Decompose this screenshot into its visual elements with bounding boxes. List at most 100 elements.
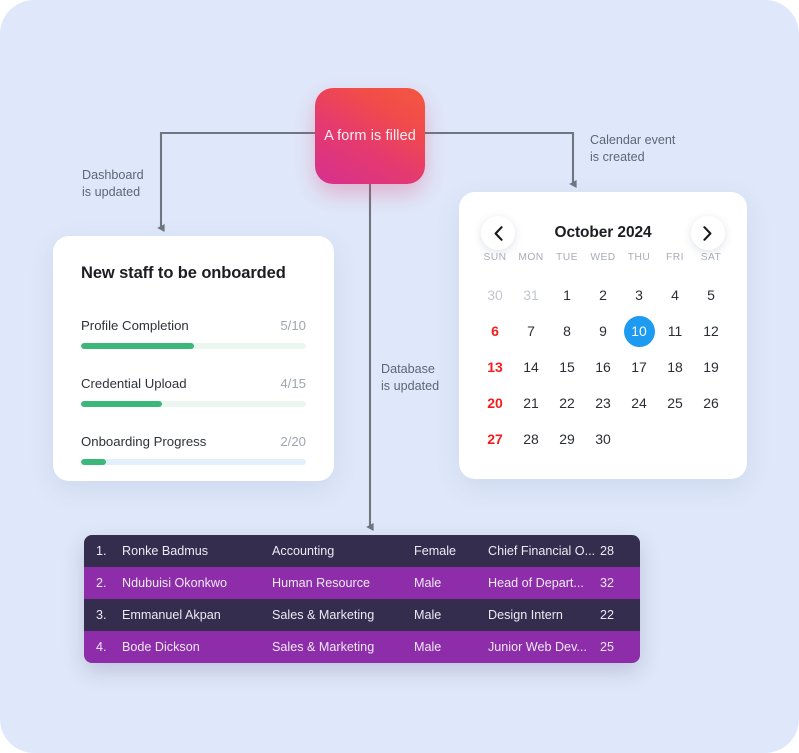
- metric-value: 2/20: [280, 434, 306, 449]
- calendar-day-label: 12: [703, 323, 719, 339]
- calendar-day-28[interactable]: 28: [513, 421, 549, 457]
- table-cell-age: 22: [600, 608, 615, 622]
- calendar-day-4[interactable]: 4: [657, 277, 693, 313]
- metric-progress-fill: [81, 459, 106, 465]
- metric-head: Credential Upload 4/15: [81, 376, 306, 391]
- metric-head: Profile Completion 5/10: [81, 318, 306, 333]
- calendar-day-19[interactable]: 19: [693, 349, 729, 385]
- edge-form-to-calendar: [425, 131, 577, 189]
- table-cell-name: Bode Dickson: [122, 640, 200, 654]
- calendar-day-label: 18: [667, 359, 683, 375]
- calendar-day-label: 28: [523, 431, 539, 447]
- table-cell-department: Sales & Marketing: [272, 640, 375, 654]
- calendar-day-label: 7: [527, 323, 535, 339]
- calendar-day-label: 11: [667, 323, 683, 339]
- calendar-month-label: October 2024: [554, 224, 652, 241]
- calendar-day-15[interactable]: 15: [549, 349, 585, 385]
- table-cell-age: 28: [600, 544, 615, 558]
- calendar-day-3[interactable]: 3: [621, 277, 657, 313]
- calendar-day-17[interactable]: 17: [621, 349, 657, 385]
- calendar-prev-month-button[interactable]: [481, 216, 515, 250]
- calendar-day-22[interactable]: 22: [549, 385, 585, 421]
- calendar-day-14[interactable]: 14: [513, 349, 549, 385]
- calendar-day-5[interactable]: 5: [693, 277, 729, 313]
- table-cell-department: Sales & Marketing: [272, 608, 375, 622]
- table-cell-gender: Female: [414, 544, 456, 558]
- table-row[interactable]: 1. Ronke Badmus Accounting Female Chief Fina…: [84, 535, 640, 567]
- calendar-day-label: 20: [487, 395, 503, 411]
- edge-label-calendar: Calendar event is created: [590, 133, 676, 164]
- table-cell-role: Design Intern: [488, 608, 563, 622]
- metric-progress-fill: [81, 401, 162, 407]
- metric-value: 4/15: [280, 376, 306, 391]
- calendar-day-13[interactable]: 13: [477, 349, 513, 385]
- calendar-day-10[interactable]: 10: [621, 313, 657, 349]
- calendar-day-label: 26: [703, 395, 719, 411]
- trigger-node-form-filled[interactable]: A form is filled: [315, 88, 425, 184]
- calendar-weekday-mon: MON: [518, 252, 544, 263]
- calendar-day-25[interactable]: 25: [657, 385, 693, 421]
- calendar-day-30[interactable]: 30: [477, 277, 513, 313]
- calendar-next-month-button[interactable]: [690, 216, 725, 250]
- calendar-day-23[interactable]: 23: [585, 385, 621, 421]
- metric-credential-upload: Credential Upload 4/15: [81, 376, 306, 407]
- calendar-day-label: 25: [667, 395, 683, 411]
- calendar-day-label: 29: [559, 431, 575, 447]
- table-cell-index: 2.: [96, 576, 107, 590]
- calendar-day-label: 24: [631, 395, 647, 411]
- metric-label: Credential Upload: [81, 376, 187, 391]
- edge-form-to-dashboard: [157, 131, 315, 233]
- calendar-weekday-tue: TUE: [556, 252, 578, 263]
- calendar-day-12[interactable]: 12: [693, 313, 729, 349]
- table-cell-index: 3.: [96, 608, 107, 622]
- calendar-weekday-sun: SUN: [483, 252, 507, 263]
- calendar-day-label: 8: [563, 323, 571, 339]
- calendar-day-label: 23: [595, 395, 611, 411]
- calendar-day-label: 13: [487, 359, 503, 375]
- table-cell-age: 25: [600, 640, 615, 654]
- calendar-day-2[interactable]: 2: [585, 277, 621, 313]
- calendar-day-11[interactable]: 11: [657, 313, 693, 349]
- calendar-day-27[interactable]: 27: [477, 421, 513, 457]
- calendar-day-1[interactable]: 1: [549, 277, 585, 313]
- edge-label-database: Database is updated: [381, 362, 440, 393]
- calendar-day-29[interactable]: 29: [549, 421, 585, 457]
- calendar-day-label: 9: [599, 323, 607, 339]
- table-row[interactable]: 2. Ndubuisi Okonkwo Human Resource Male Head…: [84, 567, 640, 599]
- calendar-weekday-thu: THU: [627, 252, 651, 263]
- calendar-day-6[interactable]: 6: [477, 313, 513, 349]
- metric-progress-track: [81, 459, 306, 465]
- table-cell-name: Ndubuisi Okonkwo: [122, 576, 227, 590]
- calendar-day-7[interactable]: 7: [513, 313, 549, 349]
- calendar-day-8[interactable]: 8: [549, 313, 585, 349]
- calendar-weekday-fri: FRI: [666, 252, 684, 263]
- calendar-day-label: 30: [487, 287, 503, 303]
- table-row[interactable]: 3. Emmanuel Akpan Sales & Marketing Male Des…: [84, 599, 640, 631]
- calendar-day-24[interactable]: 24: [621, 385, 657, 421]
- calendar-day-31[interactable]: 31: [513, 277, 549, 313]
- calendar-day-label: 5: [707, 287, 715, 303]
- calendar-day-label: 19: [703, 359, 719, 375]
- calendar-weekday-wed: WED: [590, 252, 616, 263]
- calendar-day-label: 10: [623, 315, 655, 347]
- calendar-day-9[interactable]: 9: [585, 313, 621, 349]
- calendar-day-30[interactable]: 30: [585, 421, 621, 457]
- metric-profile-completion: Profile Completion 5/10: [81, 318, 306, 349]
- metric-value: 5/10: [280, 318, 306, 333]
- calendar-day-18[interactable]: 18: [657, 349, 693, 385]
- calendar-day-21[interactable]: 21: [513, 385, 549, 421]
- calendar-day-16[interactable]: 16: [585, 349, 621, 385]
- table-cell-age: 32: [600, 576, 615, 590]
- metric-label: Onboarding Progress: [81, 434, 207, 449]
- calendar-day-label: 21: [523, 395, 539, 411]
- metric-progress-track: [81, 343, 306, 349]
- table-cell-gender: Male: [414, 576, 442, 590]
- calendar-day-label: 6: [491, 323, 499, 339]
- chevron-left-icon: [494, 225, 503, 241]
- calendar-day-26[interactable]: 26: [693, 385, 729, 421]
- calendar-day-20[interactable]: 20: [477, 385, 513, 421]
- table-row[interactable]: 4. Bode Dickson Sales & Marketing Male Junio…: [84, 631, 640, 663]
- calendar-day-label: 27: [487, 431, 503, 447]
- calendar-day-label: 4: [671, 287, 679, 303]
- calendar-day-grid: 30 31 1 2 3 4 5 6 7 8 9 10 11 12 13 14 15 16 17 18 19 20 21 22 2…: [477, 277, 729, 457]
